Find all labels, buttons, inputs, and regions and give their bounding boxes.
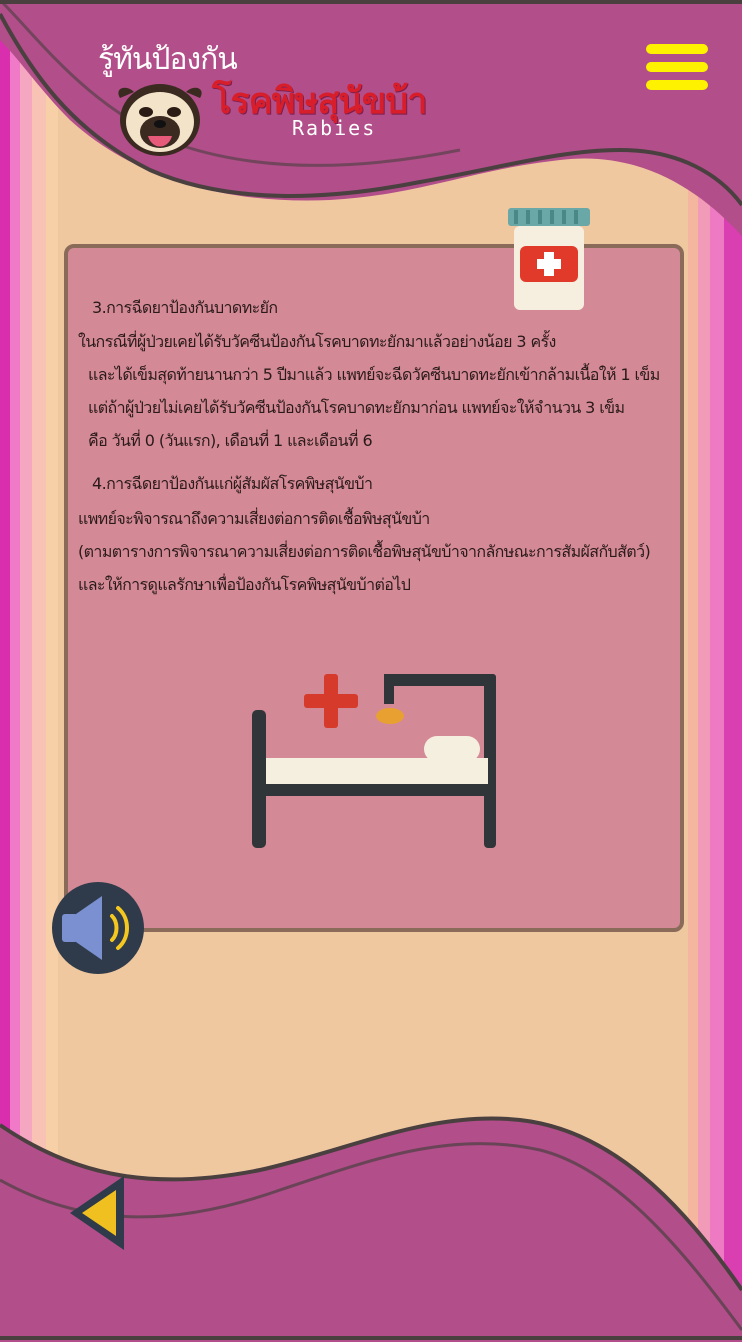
menu-bar xyxy=(646,62,708,72)
section3-line: คือ วันที่ 0 (วันแรก), เดือนที่ 1 และเดื… xyxy=(88,431,373,450)
menu-bar xyxy=(646,80,708,90)
section4-line: (ตามตารางการพิจารณาความเสี่ยงต่อการติดเช… xyxy=(78,542,651,561)
section4-line: และให้การดูแลรักษาเพื่อป้องกันโรคพิษสุนั… xyxy=(78,575,411,594)
menu-bar xyxy=(646,44,708,54)
pug-logo-icon xyxy=(118,84,202,156)
section4-heading: 4.การฉีดยาป้องกันแก่ผู้สัมผัสโรคพิษสุนัข… xyxy=(92,474,373,493)
section3-line: ในกรณีที่ผู้ป่วยเคยได้รับวัคซีนป้องกันโร… xyxy=(78,332,556,351)
section4-line: แพทย์จะพิจารณาถึงความเสี่ยงต่อการติดเชื้… xyxy=(78,509,430,528)
speaker-icon[interactable] xyxy=(50,880,148,978)
section3-line: แต่ถ้าผู้ป่วยไม่เคยได้รับวัคซีนป้องกันโร… xyxy=(88,398,625,417)
section3-heading: 3.การฉีดยาป้องกันบาดทะยัก xyxy=(92,298,278,317)
back-arrow-icon[interactable] xyxy=(66,1172,128,1254)
hamburger-menu-icon[interactable] xyxy=(646,44,708,98)
hospital-bed-icon xyxy=(252,674,496,848)
app-title-english: Rabies xyxy=(292,116,377,140)
section3-line: และได้เข็มสุดท้ายนานกว่า 5 ปีมาแล้ว แพทย… xyxy=(88,365,660,384)
medicine-bottle-icon xyxy=(508,208,590,310)
